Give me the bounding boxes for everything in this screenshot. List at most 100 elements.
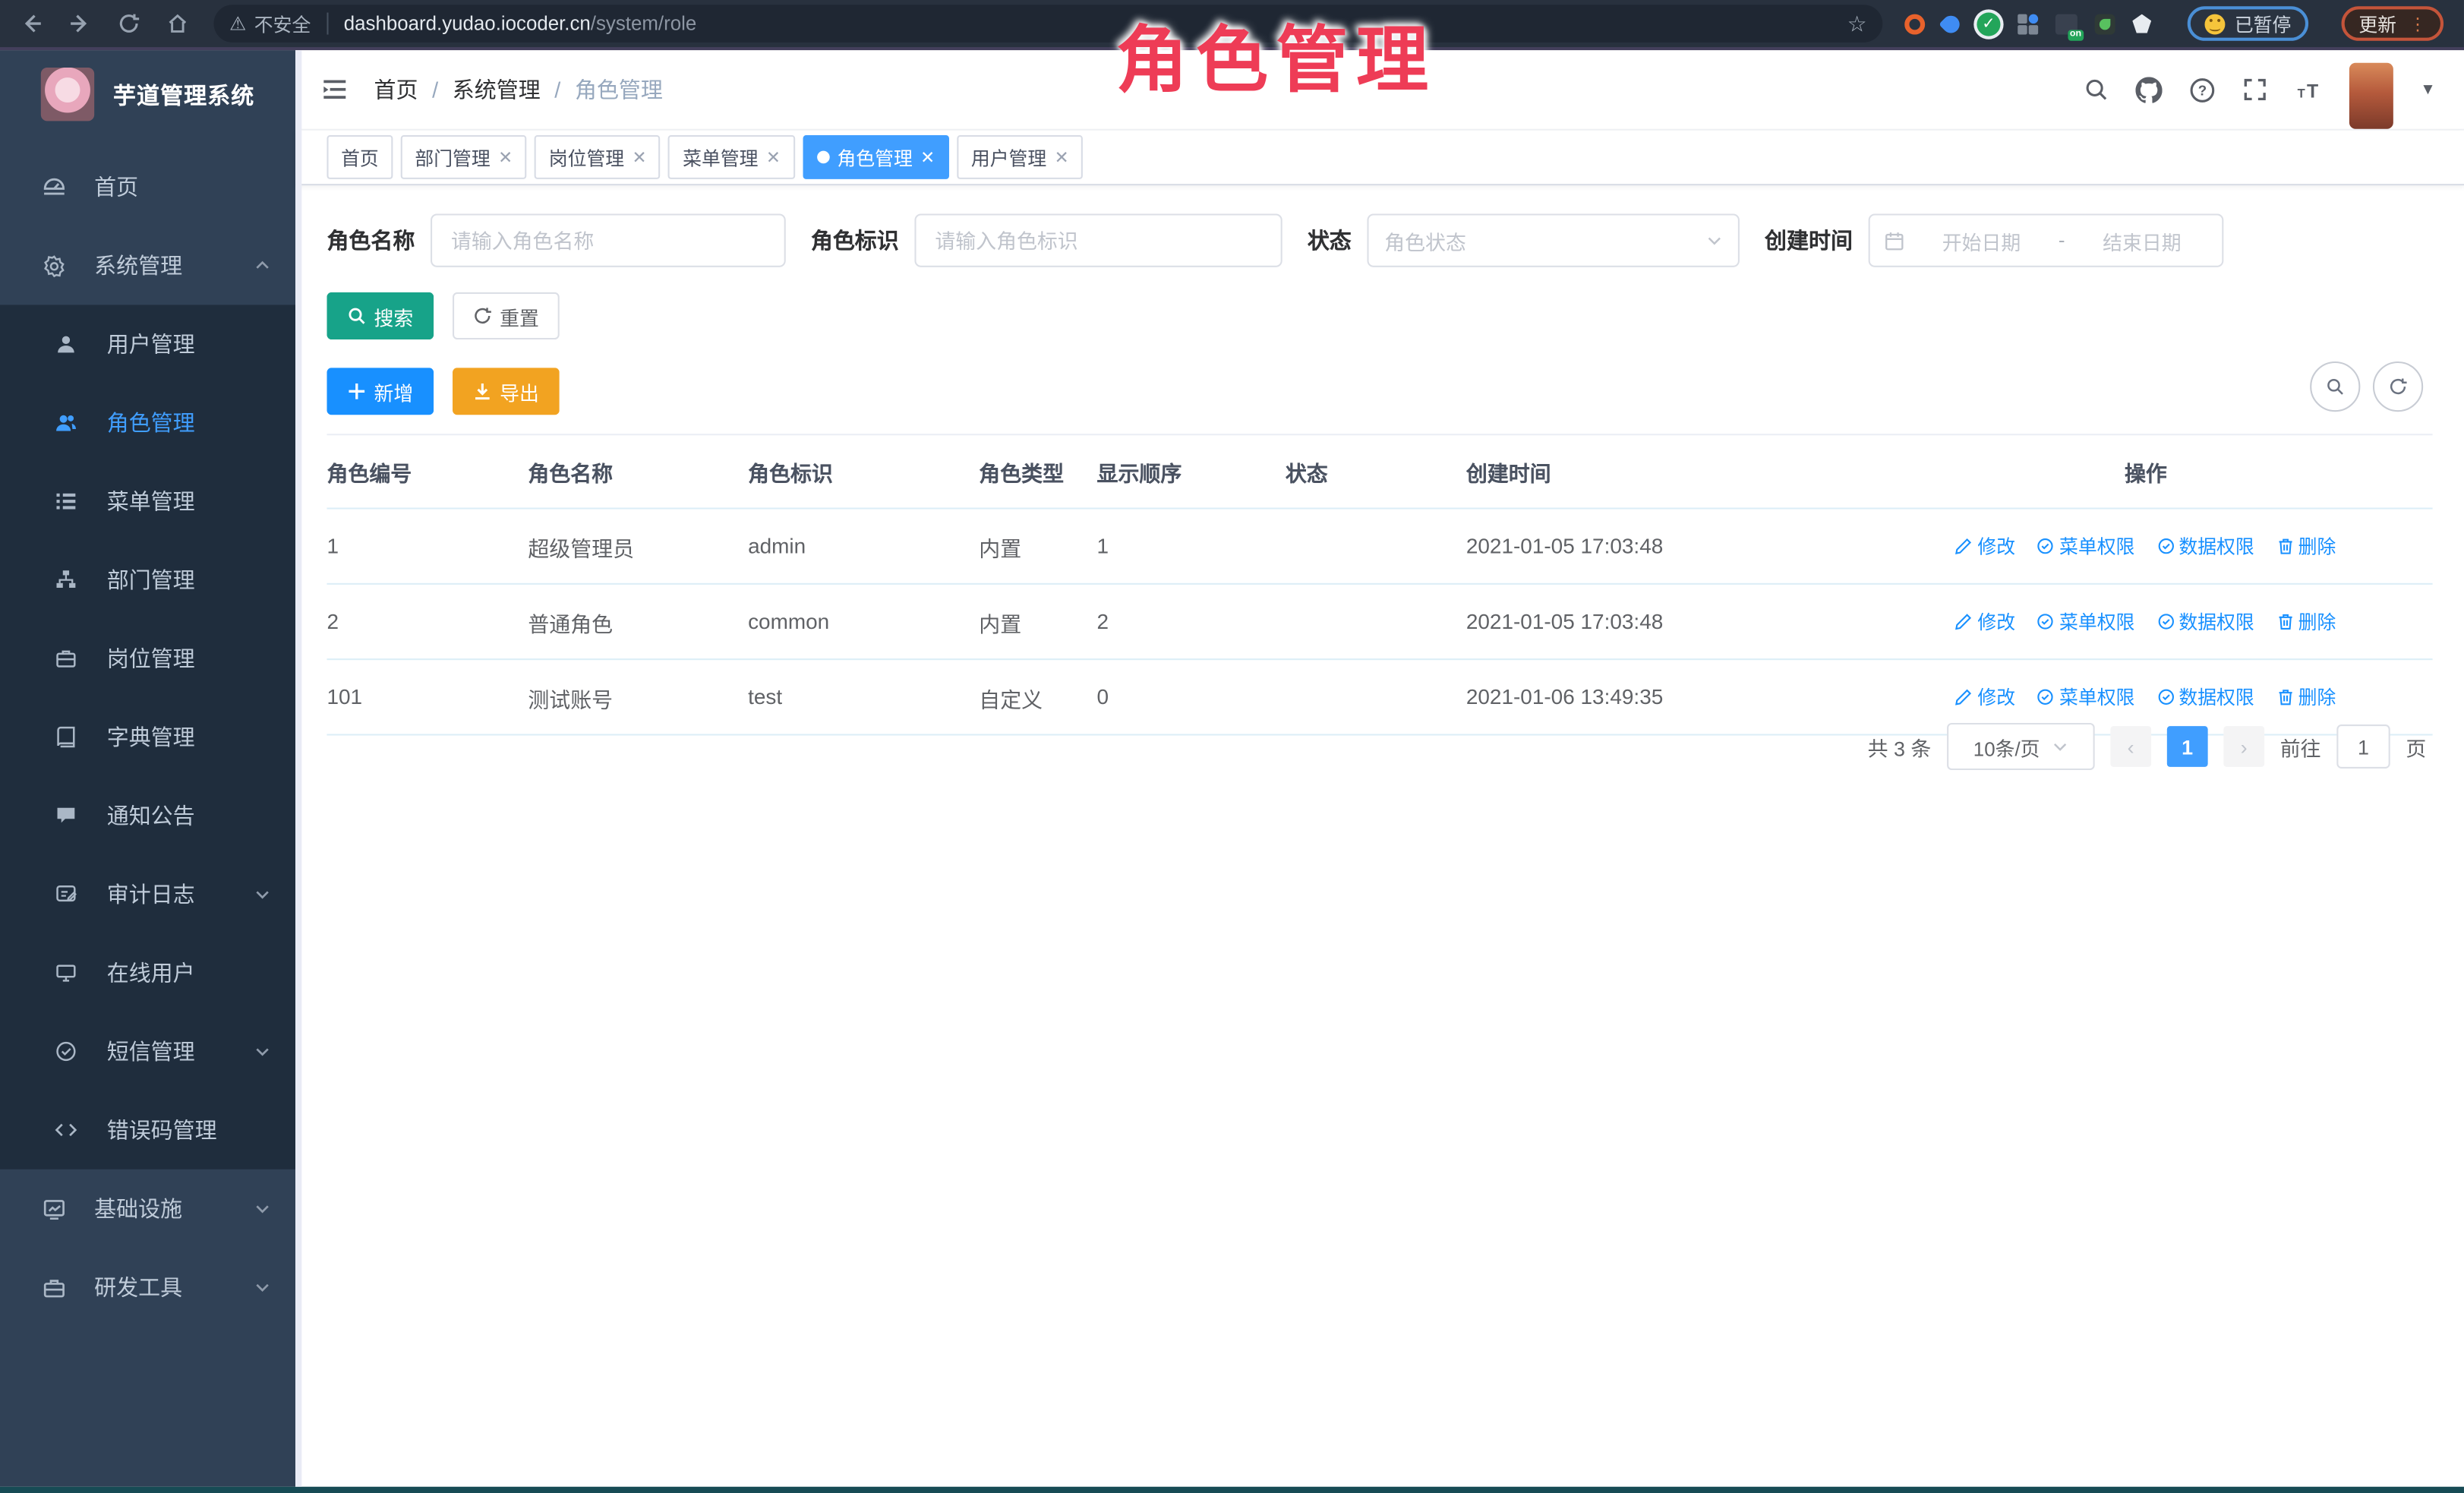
- extension-check-icon[interactable]: ✓: [1977, 12, 2000, 36]
- delete-link[interactable]: 删除: [2276, 608, 2336, 635]
- reset-button[interactable]: 重置: [453, 292, 560, 339]
- end-date-placeholder[interactable]: 结束日期: [2076, 226, 2208, 255]
- search-icon[interactable]: [2084, 77, 2109, 102]
- browser-home-icon[interactable]: [160, 6, 195, 41]
- app-logo-row[interactable]: 芋道管理系统: [0, 50, 295, 138]
- tab-dept[interactable]: 部门管理 ✕: [401, 135, 527, 179]
- close-icon[interactable]: ✕: [498, 147, 513, 167]
- close-icon[interactable]: ✕: [766, 147, 781, 167]
- tab-home[interactable]: 首页: [327, 135, 393, 179]
- sidebar-item-role-management[interactable]: 角色管理: [0, 384, 295, 462]
- avatar[interactable]: [2349, 63, 2393, 129]
- sidebar-item-post-management[interactable]: 岗位管理: [0, 619, 295, 697]
- breadcrumb-home[interactable]: 首页: [374, 74, 418, 105]
- sidebar-menu: 首页 系统管理 用户管理: [0, 138, 295, 1327]
- briefcase-icon: [53, 646, 78, 671]
- sidebar-item-online-users[interactable]: 在线用户: [0, 933, 295, 1012]
- breadcrumb-system[interactable]: 系统管理: [453, 74, 541, 105]
- role-name-input[interactable]: [431, 213, 786, 267]
- recorder-paused-badge[interactable]: 已暂停: [2188, 6, 2308, 41]
- sidebar-item-dev-tools[interactable]: 研发工具: [0, 1248, 295, 1326]
- help-icon[interactable]: ?: [2189, 76, 2216, 103]
- close-icon[interactable]: ✕: [1055, 147, 1069, 167]
- role-key-input[interactable]: [914, 213, 1282, 267]
- tab-menu[interactable]: 菜单管理 ✕: [669, 135, 795, 179]
- extension-orange-icon[interactable]: [1904, 14, 1925, 34]
- sidebar-item-sms-management[interactable]: 短信管理: [0, 1012, 295, 1091]
- search-button[interactable]: 搜索: [327, 292, 434, 339]
- github-icon[interactable]: [2136, 76, 2163, 103]
- current-page-button[interactable]: 1: [2167, 726, 2208, 767]
- sidebar-item-audit-log[interactable]: 审计日志: [0, 855, 295, 933]
- table-toolbar: [2310, 361, 2423, 412]
- goto-page-input[interactable]: [2336, 724, 2390, 769]
- font-size-icon[interactable]: TT: [2295, 77, 2323, 102]
- sidebar-item-notice[interactable]: 通知公告: [0, 776, 295, 854]
- fullscreen-icon[interactable]: [2242, 77, 2267, 102]
- extension-grid-icon[interactable]: [2018, 14, 2038, 34]
- sidebar-item-system[interactable]: 系统管理: [0, 226, 295, 305]
- page-size-select[interactable]: 10条/页: [1947, 723, 2095, 770]
- not-secure-warning[interactable]: ⚠ 不安全: [229, 10, 311, 36]
- close-icon[interactable]: ✕: [632, 147, 646, 167]
- extensions-pin-icon[interactable]: [2132, 14, 2151, 33]
- sidebar-item-menu-management[interactable]: 菜单管理: [0, 462, 295, 540]
- close-icon[interactable]: ✕: [920, 147, 935, 167]
- edit-link[interactable]: 修改: [1955, 533, 2015, 560]
- browser-back-icon[interactable]: [14, 6, 49, 41]
- data-permission-link[interactable]: 数据权限: [2156, 683, 2254, 710]
- sidebar-item-label: 字典管理: [107, 721, 270, 753]
- edit-link[interactable]: 修改: [1955, 608, 2015, 635]
- delete-link[interactable]: 删除: [2276, 683, 2336, 710]
- data-permission-link[interactable]: 数据权限: [2156, 533, 2254, 560]
- refresh-button[interactable]: [2373, 361, 2423, 412]
- browser-reload-icon[interactable]: [112, 6, 147, 41]
- cell-created: 2021-01-05 17:03:48: [1466, 610, 1859, 633]
- sidebar-item-dept-management[interactable]: 部门管理: [0, 541, 295, 619]
- sidebar-item-errorcode-management[interactable]: 错误码管理: [0, 1091, 295, 1169]
- cell-role-key: common: [748, 610, 979, 633]
- filter-form: 角色名称 角色标识 状态 角色状态 创建时间: [327, 213, 2432, 267]
- delete-link[interactable]: 删除: [2276, 533, 2336, 560]
- sidebar-item-user-management[interactable]: 用户管理: [0, 305, 295, 383]
- prev-page-button[interactable]: ‹: [2110, 726, 2151, 767]
- annotation-overlay-title: 角色管理: [1115, 3, 1436, 107]
- add-button[interactable]: 新增: [327, 368, 434, 415]
- users-icon: [53, 410, 78, 435]
- log-icon: [53, 882, 78, 907]
- menu-permission-link[interactable]: 菜单权限: [2037, 608, 2134, 635]
- cell-role-key: admin: [748, 535, 979, 558]
- data-permission-link[interactable]: 数据权限: [2156, 608, 2254, 635]
- bookmark-star-icon[interactable]: ☆: [1847, 10, 1867, 36]
- tab-post[interactable]: 岗位管理 ✕: [535, 135, 661, 179]
- export-button[interactable]: 导出: [453, 368, 560, 415]
- extension-switch-icon[interactable]: on: [2055, 14, 2078, 34]
- create-time-range-picker[interactable]: 开始日期 - 结束日期: [1869, 213, 2224, 267]
- browser-update-button[interactable]: 更新 ⋮: [2342, 6, 2444, 41]
- tab-role-active[interactable]: 角色管理 ✕: [803, 135, 949, 179]
- update-label: 更新: [2358, 10, 2396, 36]
- browser-menu-icon[interactable]: ⋮: [2409, 14, 2427, 34]
- warning-icon: ⚠: [229, 13, 246, 35]
- url-bar[interactable]: ⚠ 不安全 dashboard.yudao.iocoder.cn/system/…: [213, 5, 1882, 43]
- extension-drop-icon[interactable]: [1939, 11, 1963, 36]
- browser-forward-icon[interactable]: [63, 6, 98, 41]
- extension-leaf-icon[interactable]: [2095, 14, 2115, 34]
- tab-label: 岗位管理: [549, 144, 624, 170]
- menu-permission-link[interactable]: 菜单权限: [2037, 683, 2134, 710]
- tab-label: 菜单管理: [683, 144, 758, 170]
- hamburger-icon[interactable]: [320, 77, 349, 102]
- status-select[interactable]: 角色状态: [1367, 213, 1739, 267]
- cell-created: 2021-01-06 13:49:35: [1466, 685, 1859, 709]
- menu-permission-link[interactable]: 菜单权限: [2037, 533, 2134, 560]
- hide-search-button[interactable]: [2310, 361, 2360, 412]
- start-date-placeholder[interactable]: 开始日期: [1916, 226, 2048, 255]
- sidebar-item-infrastructure[interactable]: 基础设施: [0, 1169, 295, 1248]
- tab-user[interactable]: 用户管理 ✕: [957, 135, 1083, 179]
- tab-label: 用户管理: [971, 144, 1046, 170]
- sidebar-item-dict-management[interactable]: 字典管理: [0, 698, 295, 776]
- caret-down-icon[interactable]: ▼: [2420, 81, 2436, 99]
- edit-link[interactable]: 修改: [1955, 683, 2015, 710]
- next-page-button[interactable]: ›: [2223, 726, 2264, 767]
- sidebar-item-home[interactable]: 首页: [0, 148, 295, 226]
